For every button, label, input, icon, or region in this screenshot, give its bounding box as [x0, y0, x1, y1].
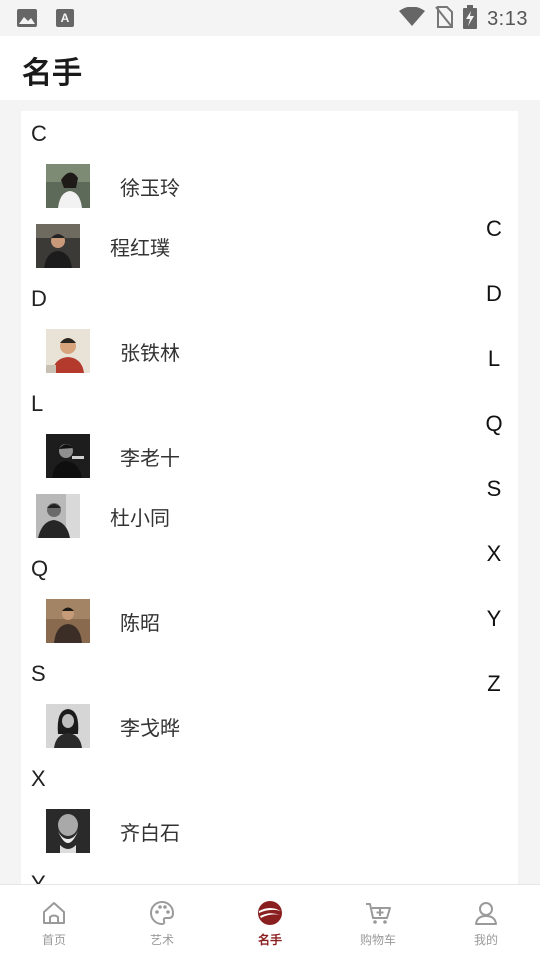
artist-avatar [36, 494, 80, 538]
artist-name: 李戈晔 [120, 715, 180, 740]
artist-name: 齐白石 [120, 820, 180, 845]
index-letter-d[interactable]: D [482, 281, 506, 307]
artist-avatar [46, 329, 90, 373]
nav-profile[interactable]: 我的 [432, 885, 540, 961]
brand-logo-icon [256, 899, 284, 927]
image-icon [16, 8, 38, 28]
bottom-nav: 首页 艺术 名手 购物车 我的 [0, 884, 540, 961]
nav-home-label: 首页 [41, 933, 66, 947]
status-bar: A 3:13 [0, 0, 540, 36]
artist-avatar [46, 164, 90, 208]
artist-row[interactable]: 齐白石 [46, 809, 180, 853]
artist-row[interactable]: 杜小同 [36, 494, 170, 538]
nav-cart-label: 购物车 [359, 933, 396, 947]
index-letter-l[interactable]: L [482, 346, 506, 372]
nav-home[interactable]: 首页 [0, 885, 108, 961]
artist-name: 杜小同 [110, 505, 170, 530]
nav-profile-label: 我的 [473, 933, 498, 947]
index-letter-y[interactable]: Y [482, 606, 506, 632]
app-header: 名手 [0, 36, 540, 100]
wifi-icon [399, 6, 426, 31]
artist-row[interactable]: 徐玉玲 [46, 164, 180, 208]
artist-avatar [36, 224, 80, 268]
cart-icon [364, 899, 392, 927]
nav-masters[interactable]: 名手 [216, 885, 324, 961]
artist-name: 张铁林 [120, 340, 180, 365]
artist-avatar [46, 809, 90, 853]
status-time: 3:13 [487, 7, 528, 30]
nav-art[interactable]: 艺术 [108, 885, 216, 961]
artist-name: 徐玉玲 [120, 175, 180, 200]
artist-name: 程红璞 [110, 235, 170, 260]
section-header-s: S [31, 661, 46, 686]
section-header-l: L [31, 391, 44, 416]
palette-icon [148, 899, 176, 927]
artist-row[interactable]: 陈昭 [46, 599, 160, 643]
artist-row[interactable]: 程红璞 [36, 224, 170, 268]
nav-art-label: 艺术 [149, 933, 174, 947]
index-letter-x[interactable]: X [482, 541, 506, 567]
artist-avatar [46, 434, 90, 478]
page-title: 名手 [22, 56, 82, 91]
index-letter-q[interactable]: Q [482, 411, 506, 437]
artist-name: 陈昭 [120, 610, 160, 635]
nav-cart[interactable]: 购物车 [324, 885, 432, 961]
no-sim-icon [435, 6, 454, 32]
artist-row[interactable]: 张铁林 [46, 329, 180, 373]
battery-charging-icon [463, 5, 478, 33]
section-header-c: C [31, 121, 47, 146]
artist-list[interactable]: C 徐玉玲 程红璞 D 张铁林 L 李老十 杜小同 Q 陈昭 S 李戈晔 X 齐… [21, 111, 518, 884]
artist-avatar [46, 704, 90, 748]
section-header-x: X [31, 766, 46, 791]
home-icon [40, 899, 68, 927]
user-icon [472, 899, 500, 927]
section-header-y: Y [31, 871, 46, 884]
nav-masters-label: 名手 [257, 933, 282, 947]
index-letter-c[interactable]: C [482, 216, 506, 242]
index-letter-z[interactable]: Z [482, 671, 506, 697]
artist-row[interactable]: 李戈晔 [46, 704, 180, 748]
section-header-d: D [31, 286, 47, 311]
artist-row[interactable]: 李老十 [46, 434, 180, 478]
index-letter-s[interactable]: S [482, 476, 506, 502]
section-header-q: Q [31, 556, 49, 581]
artist-avatar [46, 599, 90, 643]
font-icon: A [54, 8, 76, 28]
svg-text:A: A [61, 11, 70, 25]
artist-name: 李老十 [120, 445, 180, 470]
